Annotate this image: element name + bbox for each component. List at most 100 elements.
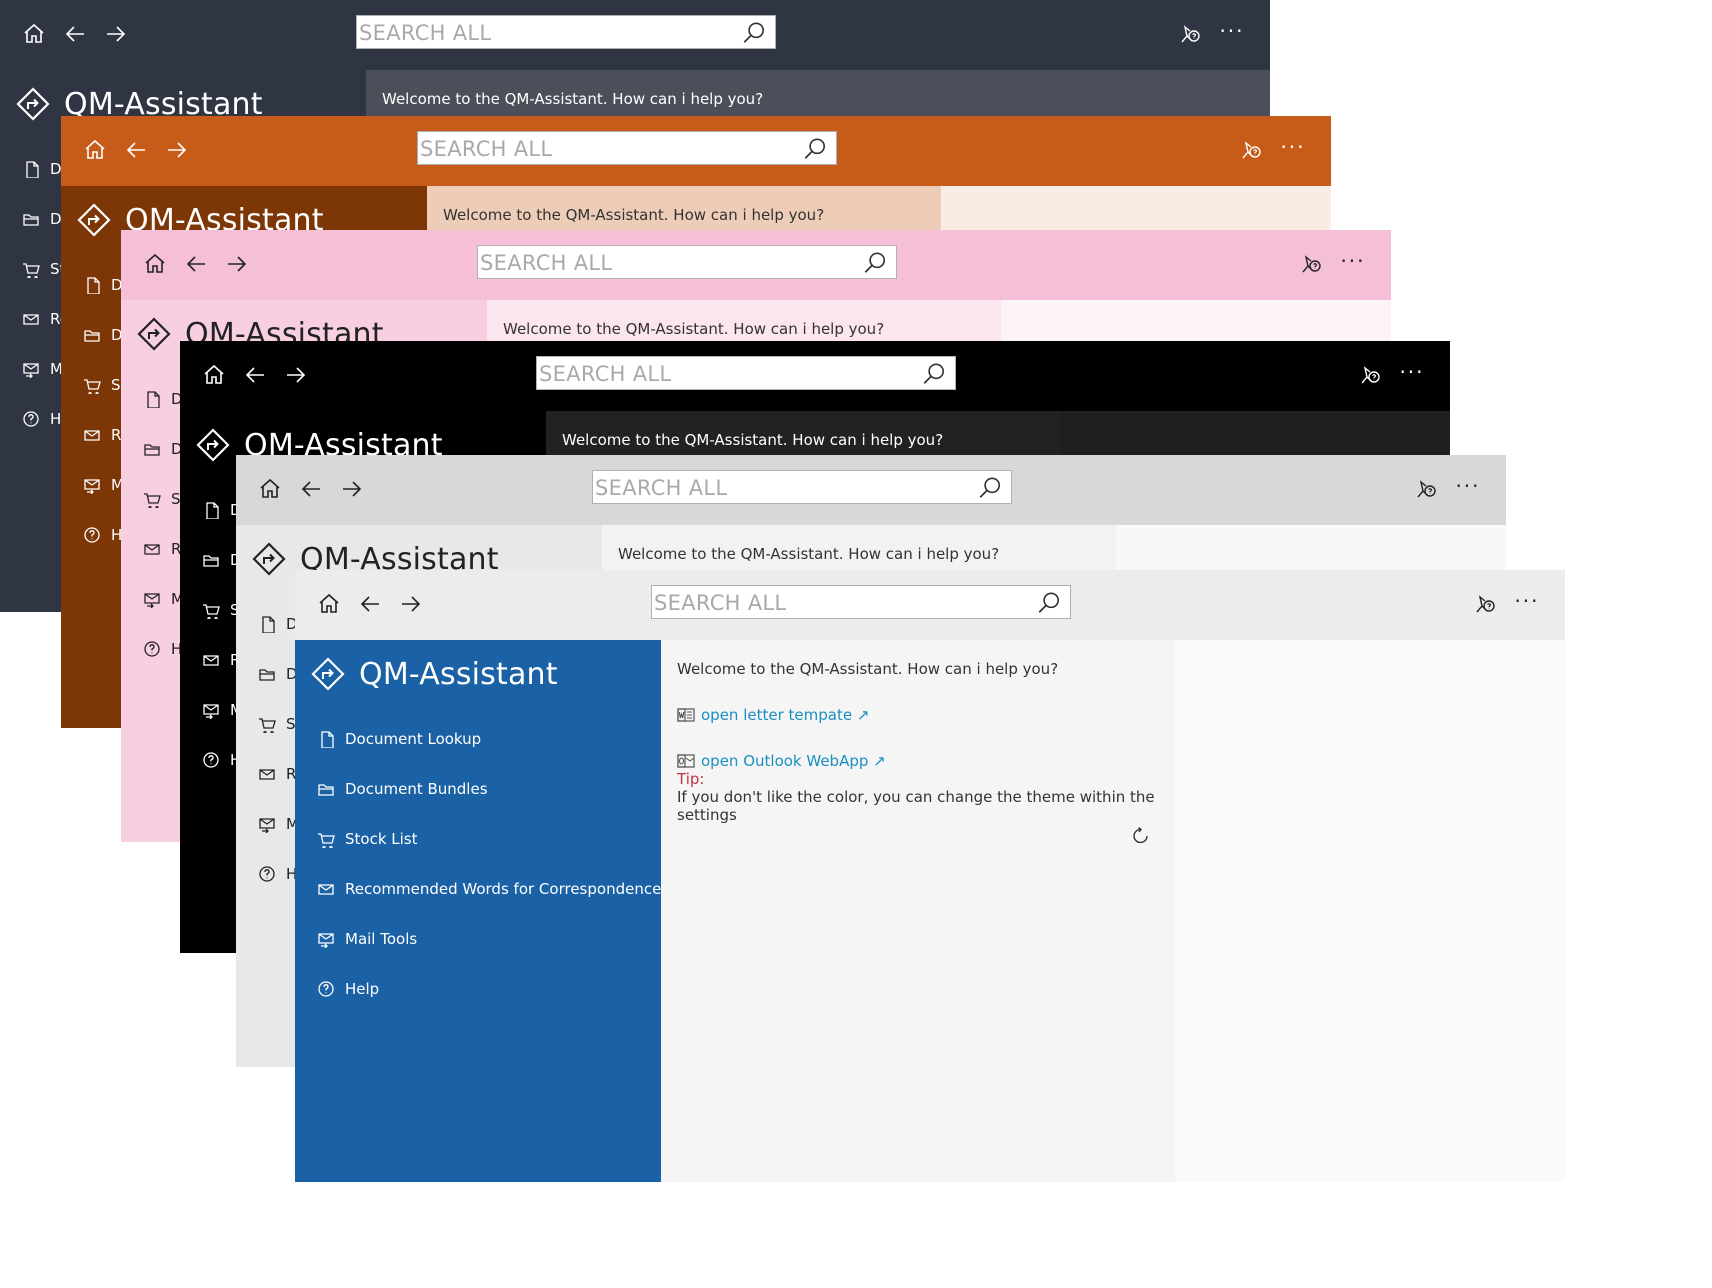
sidebar-nav: Document Lookup Document Bundles Stock Lis…: [295, 714, 661, 1014]
back-button[interactable]: [118, 133, 154, 167]
home-button[interactable]: [16, 17, 52, 51]
feedback-button[interactable]: [1174, 18, 1206, 50]
more-options-button[interactable]: ···: [1273, 130, 1313, 164]
outlook-icon: [677, 754, 695, 768]
forward-button[interactable]: [159, 133, 195, 167]
arrow-right-icon: [343, 481, 362, 497]
search-button[interactable]: [860, 248, 890, 278]
search-icon: [864, 252, 886, 273]
more-options-button[interactable]: ···: [1392, 355, 1432, 389]
link-label[interactable]: open Outlook WebApp ↗: [701, 752, 886, 770]
feedback-icon: [1302, 255, 1321, 273]
search-box[interactable]: [477, 245, 897, 279]
search-input[interactable]: [357, 16, 775, 48]
app-logo-icon: [252, 542, 286, 576]
home-icon: [204, 364, 224, 384]
welcome-message: Welcome to the QM-Assistant. How can i h…: [562, 431, 944, 449]
feedback-button[interactable]: [1295, 248, 1327, 280]
arrow-left-icon: [360, 596, 379, 612]
shopping-cart-icon: [84, 379, 101, 394]
feedback-button[interactable]: [1235, 134, 1267, 166]
feedback-icon: [1181, 25, 1200, 43]
more-options-button[interactable]: ···: [1333, 244, 1373, 278]
folder-icon: [84, 330, 100, 342]
title-bar: ···: [121, 230, 1391, 300]
app-title: QM-Assistant: [359, 656, 558, 692]
search-button[interactable]: [919, 359, 949, 389]
home-icon: [85, 139, 105, 159]
back-button[interactable]: [178, 247, 214, 281]
folder-icon: [318, 784, 334, 796]
feedback-button[interactable]: [1354, 359, 1386, 391]
search-box[interactable]: [417, 131, 837, 165]
forward-button[interactable]: [278, 358, 314, 392]
search-input[interactable]: [652, 586, 1070, 618]
search-input[interactable]: [478, 246, 896, 278]
search-button[interactable]: [975, 473, 1005, 503]
search-icon: [804, 138, 826, 159]
mail-icon: [259, 769, 275, 780]
search-box[interactable]: [536, 356, 956, 390]
tip-text: If you don't like the color, you can cha…: [677, 788, 1155, 824]
refresh-button[interactable]: [1131, 826, 1155, 850]
app-logo-icon: [196, 428, 230, 462]
sidebar-item-recommended-words-for-correspondence[interactable]: Recommended Words for Correspondence: [295, 864, 661, 914]
forward-button[interactable]: [334, 472, 370, 506]
open-outlook-webapp-link[interactable]: open Outlook WebApp ↗: [677, 752, 1159, 770]
arrow-left-icon: [245, 367, 264, 383]
folder-icon: [23, 214, 39, 226]
search-button[interactable]: [739, 18, 769, 48]
word-icon: [677, 708, 695, 722]
search-button[interactable]: [800, 134, 830, 164]
back-button[interactable]: [57, 17, 93, 51]
feedback-button[interactable]: [1469, 588, 1501, 620]
refresh-icon: [1133, 826, 1148, 844]
search-icon: [923, 363, 945, 384]
search-box[interactable]: [651, 585, 1071, 619]
sidebar-item-mail-tools[interactable]: Mail Tools: [295, 914, 661, 964]
more-options-button[interactable]: ···: [1212, 14, 1252, 48]
help-icon: [259, 866, 275, 882]
search-input[interactable]: [593, 471, 1011, 503]
sidebar-item-stock-list[interactable]: Stock List: [295, 814, 661, 864]
shopping-cart-icon: [318, 833, 335, 848]
arrow-left-icon: [65, 26, 84, 42]
open-letter-template-link[interactable]: open letter tempate ↗: [677, 706, 1159, 724]
sidebar-item-document-bundles[interactable]: Document Bundles: [295, 764, 661, 814]
title-bar: ···: [295, 570, 1565, 640]
welcome-message: Welcome to the QM-Assistant. How can i h…: [443, 206, 825, 224]
sidebar-item-document-lookup[interactable]: Document Lookup: [295, 714, 661, 764]
mail-tools-icon: [318, 933, 334, 948]
home-button[interactable]: [311, 587, 347, 621]
home-button[interactable]: [77, 133, 113, 167]
more-options-button[interactable]: ···: [1448, 469, 1488, 503]
forward-button[interactable]: [393, 587, 429, 621]
home-button[interactable]: [252, 472, 288, 506]
sidebar-item-help[interactable]: Help: [295, 964, 661, 1014]
search-input[interactable]: [418, 132, 836, 164]
mail-icon: [318, 884, 334, 895]
sidebar-item-label: Help: [345, 980, 380, 998]
feedback-icon: [1242, 141, 1261, 159]
forward-button[interactable]: [219, 247, 255, 281]
back-button[interactable]: [293, 472, 329, 506]
home-button[interactable]: [196, 358, 232, 392]
home-button[interactable]: [137, 247, 173, 281]
chat-panel: Welcome to the QM-Assistant. How can i h…: [661, 640, 1175, 1182]
search-icon: [743, 22, 765, 43]
sidebar-item-label: Document Bundles: [345, 780, 488, 798]
mail-icon: [84, 430, 100, 441]
feedback-button[interactable]: [1410, 473, 1442, 505]
arrow-right-icon: [402, 596, 421, 612]
search-box[interactable]: [356, 15, 776, 49]
help-icon: [84, 527, 100, 543]
search-button[interactable]: [1034, 588, 1064, 618]
back-button[interactable]: [237, 358, 273, 392]
back-button[interactable]: [352, 587, 388, 621]
forward-button[interactable]: [98, 17, 134, 51]
arrow-left-icon: [301, 481, 320, 497]
more-options-button[interactable]: ···: [1507, 584, 1547, 618]
search-input[interactable]: [537, 357, 955, 389]
search-box[interactable]: [592, 470, 1012, 504]
link-label[interactable]: open letter tempate ↗: [701, 706, 869, 724]
